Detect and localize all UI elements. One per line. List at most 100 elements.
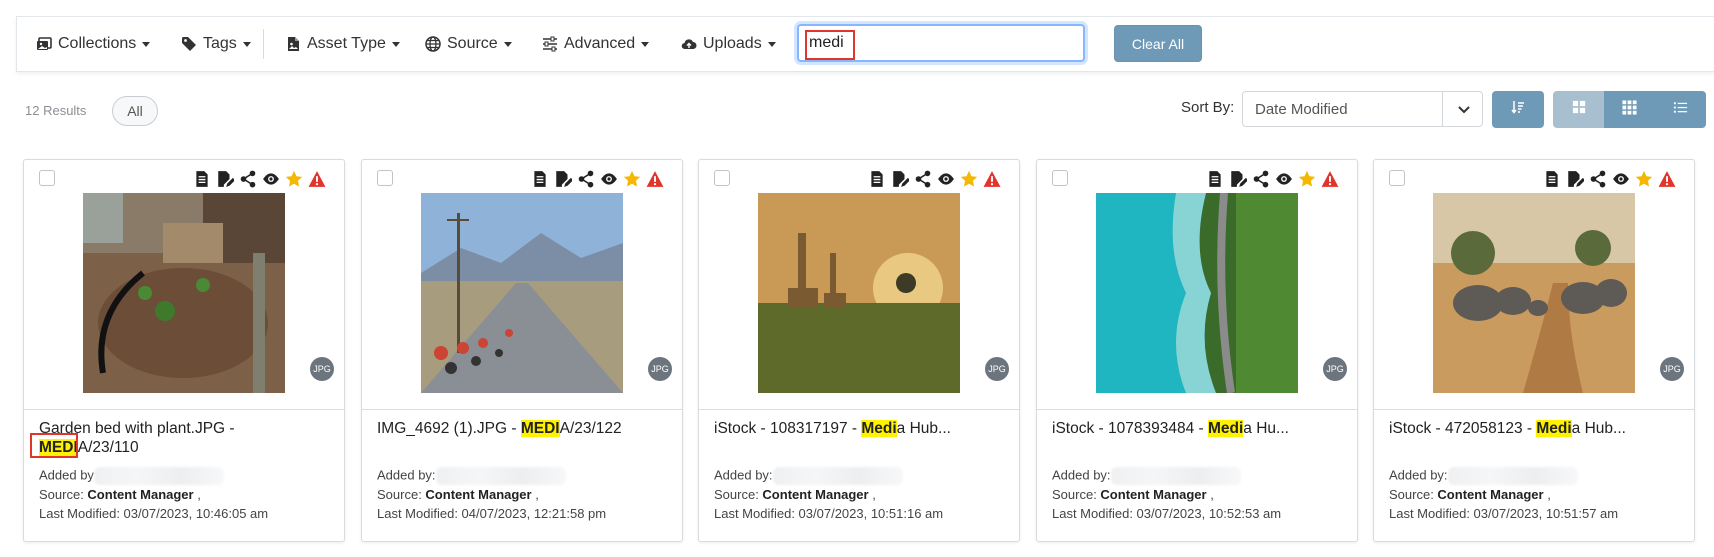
edit-document-icon[interactable] bbox=[554, 170, 572, 188]
last-modified-row: Last Modified: 03/07/2023, 10:51:16 am bbox=[714, 506, 944, 521]
search-match-highlight: Medi bbox=[1207, 420, 1244, 437]
document-icon[interactable] bbox=[193, 170, 211, 188]
star-icon[interactable] bbox=[1298, 170, 1316, 188]
search-input[interactable] bbox=[809, 32, 1069, 54]
eye-icon[interactable] bbox=[1275, 170, 1293, 188]
asset-type-label: Asset Type bbox=[307, 35, 386, 52]
source-dropdown[interactable]: Source bbox=[425, 17, 512, 71]
edit-document-icon[interactable] bbox=[1229, 170, 1247, 188]
card-divider bbox=[1374, 409, 1694, 410]
added-by-label: Added by: bbox=[377, 467, 436, 483]
star-icon[interactable] bbox=[960, 170, 978, 188]
tags-dropdown[interactable]: Tags bbox=[181, 17, 251, 71]
asset-title[interactable]: iStock - 1078393484 - Media Hu... bbox=[1052, 419, 1352, 438]
share-icon[interactable] bbox=[1252, 170, 1270, 188]
edit-document-icon[interactable] bbox=[891, 170, 909, 188]
view-list-button[interactable] bbox=[1655, 91, 1706, 128]
select-checkbox[interactable] bbox=[1389, 170, 1405, 186]
asset-title[interactable]: IMG_4692 (1).JPG - MEDIA/23/122 bbox=[377, 419, 677, 438]
asset-card[interactable]: JPG IMG_4692 (1).JPG - MEDIA/23/122 Adde… bbox=[361, 159, 683, 542]
warning-icon[interactable] bbox=[983, 170, 1001, 188]
sort-direction-button[interactable] bbox=[1492, 91, 1544, 128]
redacted-name bbox=[93, 467, 224, 485]
source-row: Source: Content Manager , bbox=[39, 487, 201, 502]
warning-icon[interactable] bbox=[1321, 170, 1339, 188]
share-icon[interactable] bbox=[239, 170, 257, 188]
asset-card[interactable]: JPG iStock - 472058123 - Media Hub... Ad… bbox=[1373, 159, 1695, 542]
edit-document-icon[interactable] bbox=[1566, 170, 1584, 188]
card-divider bbox=[24, 409, 344, 410]
search-match-highlight: MEDI bbox=[520, 420, 560, 437]
advanced-dropdown[interactable]: Advanced bbox=[542, 17, 650, 71]
document-icon[interactable] bbox=[1206, 170, 1224, 188]
star-icon[interactable] bbox=[285, 170, 303, 188]
asset-card[interactable]: JPG iStock - 1078393484 - Media Hu... Ad… bbox=[1036, 159, 1358, 542]
asset-thumbnail[interactable] bbox=[421, 193, 623, 393]
warning-icon[interactable] bbox=[1658, 170, 1676, 188]
chevron-down-icon bbox=[242, 41, 251, 47]
title-prefix: iStock - 108317197 - bbox=[714, 420, 862, 437]
star-icon[interactable] bbox=[623, 170, 641, 188]
filter-chip-all[interactable]: All bbox=[112, 96, 158, 126]
asset-title[interactable]: iStock - 472058123 - Media Hub... bbox=[1389, 419, 1689, 438]
source-row: Source: Content Manager , bbox=[714, 487, 876, 502]
asset-thumbnail[interactable] bbox=[1433, 193, 1635, 393]
select-checkbox[interactable] bbox=[1052, 170, 1068, 186]
uploads-dropdown[interactable]: Uploads bbox=[681, 17, 776, 71]
sort-select[interactable]: Date Modified bbox=[1242, 91, 1483, 127]
chevron-down-icon bbox=[391, 41, 400, 47]
share-icon[interactable] bbox=[577, 170, 595, 188]
title-prefix: Garden bed with plant.JPG - bbox=[39, 420, 235, 437]
list-icon bbox=[1673, 100, 1688, 120]
share-icon[interactable] bbox=[1589, 170, 1607, 188]
document-icon[interactable] bbox=[868, 170, 886, 188]
asset-thumbnail[interactable] bbox=[1096, 193, 1298, 393]
search-field[interactable] bbox=[797, 24, 1085, 62]
tag-icon bbox=[181, 36, 197, 52]
eye-icon[interactable] bbox=[262, 170, 280, 188]
eye-icon[interactable] bbox=[1612, 170, 1630, 188]
file-type-badge: JPG bbox=[985, 357, 1009, 381]
warning-icon[interactable] bbox=[308, 170, 326, 188]
view-small-grid-button[interactable] bbox=[1604, 91, 1655, 128]
select-checkbox[interactable] bbox=[377, 170, 393, 186]
title-prefix: iStock - 1078393484 - bbox=[1052, 420, 1208, 437]
uploads-label: Uploads bbox=[703, 35, 762, 52]
select-checkbox[interactable] bbox=[39, 170, 55, 186]
last-modified-row: Last Modified: 03/07/2023, 10:46:05 am bbox=[39, 506, 269, 521]
edit-document-icon[interactable] bbox=[216, 170, 234, 188]
card-actions bbox=[868, 170, 1001, 188]
asset-type-dropdown[interactable]: Asset Type bbox=[285, 17, 400, 71]
source-label: Source: bbox=[714, 487, 763, 502]
clear-all-button[interactable]: Clear All bbox=[1114, 25, 1202, 62]
title-suffix: a Hu... bbox=[1243, 420, 1289, 437]
asset-title[interactable]: Garden bed with plant.JPG - MEDIA/23/110 bbox=[39, 419, 259, 457]
warning-icon[interactable] bbox=[646, 170, 664, 188]
last-modified-row: Last Modified: 03/07/2023, 10:52:53 am bbox=[1052, 506, 1282, 521]
added-by-label: Added by: bbox=[714, 467, 773, 483]
added-by-label: Added by: bbox=[1052, 467, 1111, 483]
added-by-label: Added by: bbox=[1389, 467, 1448, 483]
document-icon[interactable] bbox=[1543, 170, 1561, 188]
file-type-badge: JPG bbox=[310, 357, 334, 381]
asset-card[interactable]: JPG iStock - 108317197 - Media Hub... Ad… bbox=[698, 159, 1020, 542]
title-prefix: iStock - 472058123 - bbox=[1389, 420, 1537, 437]
share-icon[interactable] bbox=[914, 170, 932, 188]
redacted-name bbox=[1110, 467, 1241, 485]
source-label: Source: bbox=[377, 487, 426, 502]
eye-icon[interactable] bbox=[937, 170, 955, 188]
document-icon[interactable] bbox=[531, 170, 549, 188]
card-actions bbox=[1543, 170, 1676, 188]
card-actions bbox=[531, 170, 664, 188]
star-icon[interactable] bbox=[1635, 170, 1653, 188]
asset-card[interactable]: JPG Garden bed with plant.JPG - MEDIA/23… bbox=[23, 159, 345, 542]
collections-dropdown[interactable]: Collections bbox=[36, 17, 151, 71]
asset-thumbnail[interactable] bbox=[758, 193, 960, 393]
select-checkbox[interactable] bbox=[714, 170, 730, 186]
view-large-grid-button[interactable] bbox=[1553, 91, 1604, 128]
eye-icon[interactable] bbox=[600, 170, 618, 188]
source-label: Source: bbox=[1389, 487, 1438, 502]
added-by-row: Added by bbox=[39, 467, 224, 485]
asset-thumbnail[interactable] bbox=[83, 193, 285, 393]
asset-title[interactable]: iStock - 108317197 - Media Hub... bbox=[714, 419, 1014, 438]
